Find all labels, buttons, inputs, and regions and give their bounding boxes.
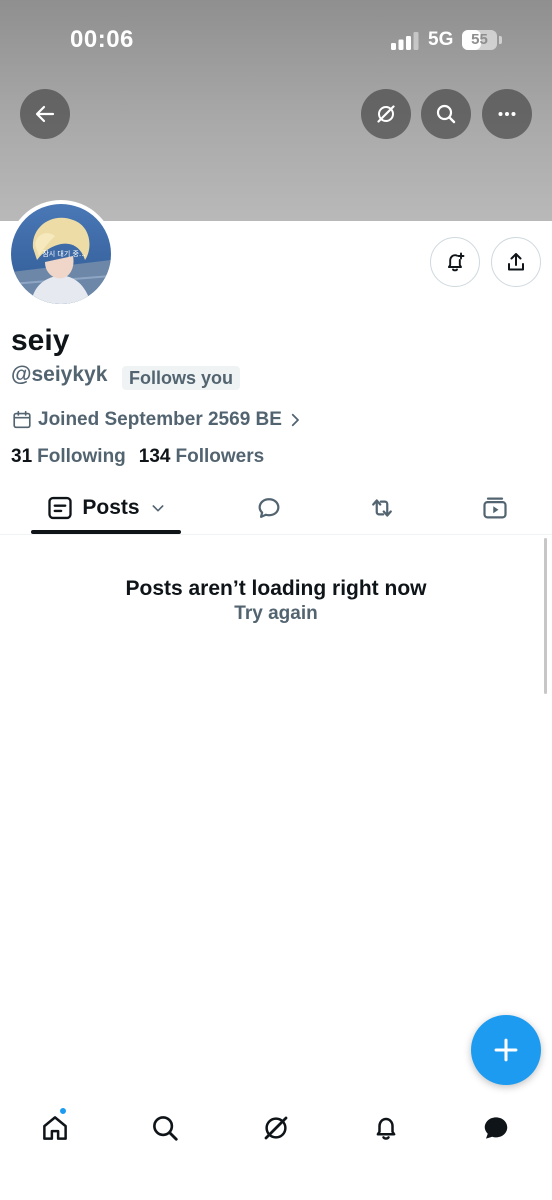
back-button[interactable] — [20, 89, 70, 139]
search-button[interactable] — [421, 89, 471, 139]
signal-icon — [391, 32, 419, 50]
chevron-right-icon — [291, 413, 299, 427]
active-tab-indicator — [31, 530, 181, 534]
tab-media[interactable] — [474, 483, 516, 533]
followers-label: Followers — [175, 446, 265, 467]
network-type: 5G — [428, 29, 454, 50]
posts-icon — [48, 496, 73, 520]
try-again-button[interactable]: Try again — [0, 603, 552, 625]
follow-stats: 31 Following 134 Followers — [11, 446, 277, 468]
home-icon — [43, 1116, 67, 1140]
handle: @seiykyk — [11, 363, 108, 386]
search-icon — [153, 1116, 178, 1141]
reply-bubble-icon — [258, 498, 280, 518]
nav-messages[interactable] — [476, 1108, 516, 1148]
display-name: seiy — [11, 324, 70, 357]
battery-icon: 55 — [462, 30, 502, 50]
compose-button[interactable] — [471, 1015, 541, 1085]
grok-icon — [377, 105, 395, 123]
follows-you-badge: Follows you — [122, 366, 241, 390]
tab-posts[interactable]: Posts — [31, 483, 181, 533]
arrow-left-icon — [35, 105, 55, 123]
feed-error-message: Posts aren’t loading right now — [125, 577, 427, 600]
grok-button[interactable] — [361, 89, 411, 139]
avatar[interactable]: 잠시 대기 중... — [7, 200, 115, 308]
repost-icon — [372, 499, 392, 517]
notification-dot — [59, 1107, 67, 1115]
share-button[interactable] — [491, 237, 541, 287]
battery-percent: 55 — [471, 31, 488, 48]
following-label: Following — [37, 446, 126, 467]
share-icon — [508, 253, 524, 271]
avatar-image: 잠시 대기 중... — [11, 204, 111, 304]
status-bar: 00:06 5G 55 — [0, 0, 552, 82]
bell-plus-icon — [448, 252, 465, 272]
search-icon — [436, 104, 456, 124]
bell-icon — [376, 1117, 396, 1140]
media-video-icon — [483, 497, 507, 519]
following-count: 31 — [11, 446, 33, 467]
followers-link[interactable]: 134 Followers — [139, 446, 277, 468]
followers-count: 134 — [138, 446, 171, 467]
chat-icon — [484, 1117, 508, 1139]
calendar-icon — [13, 410, 31, 429]
plus-icon — [494, 1038, 518, 1062]
notifications-button[interactable] — [430, 237, 480, 287]
more-horizontal-icon — [498, 112, 516, 116]
following-link[interactable]: 31 Following — [11, 446, 139, 468]
nav-notifications[interactable] — [366, 1108, 406, 1148]
avatar-caption: 잠시 대기 중... — [42, 249, 85, 258]
joined-date[interactable]: Joined September 2569 BE — [11, 407, 304, 433]
tab-reposts[interactable] — [361, 483, 403, 533]
tab-posts-label: Posts — [82, 496, 140, 519]
nav-search[interactable] — [145, 1108, 185, 1148]
more-button[interactable] — [482, 89, 532, 139]
grok-icon — [264, 1116, 288, 1140]
nav-home[interactable] — [35, 1107, 75, 1148]
tab-replies[interactable] — [248, 483, 290, 533]
bottom-nav — [0, 1100, 552, 1154]
status-time: 00:06 — [70, 26, 134, 53]
profile-tabs: Posts — [0, 483, 552, 535]
joined-text: Joined September 2569 BE — [38, 409, 282, 430]
chevron-down-icon — [152, 505, 164, 512]
nav-grok[interactable] — [256, 1108, 296, 1148]
